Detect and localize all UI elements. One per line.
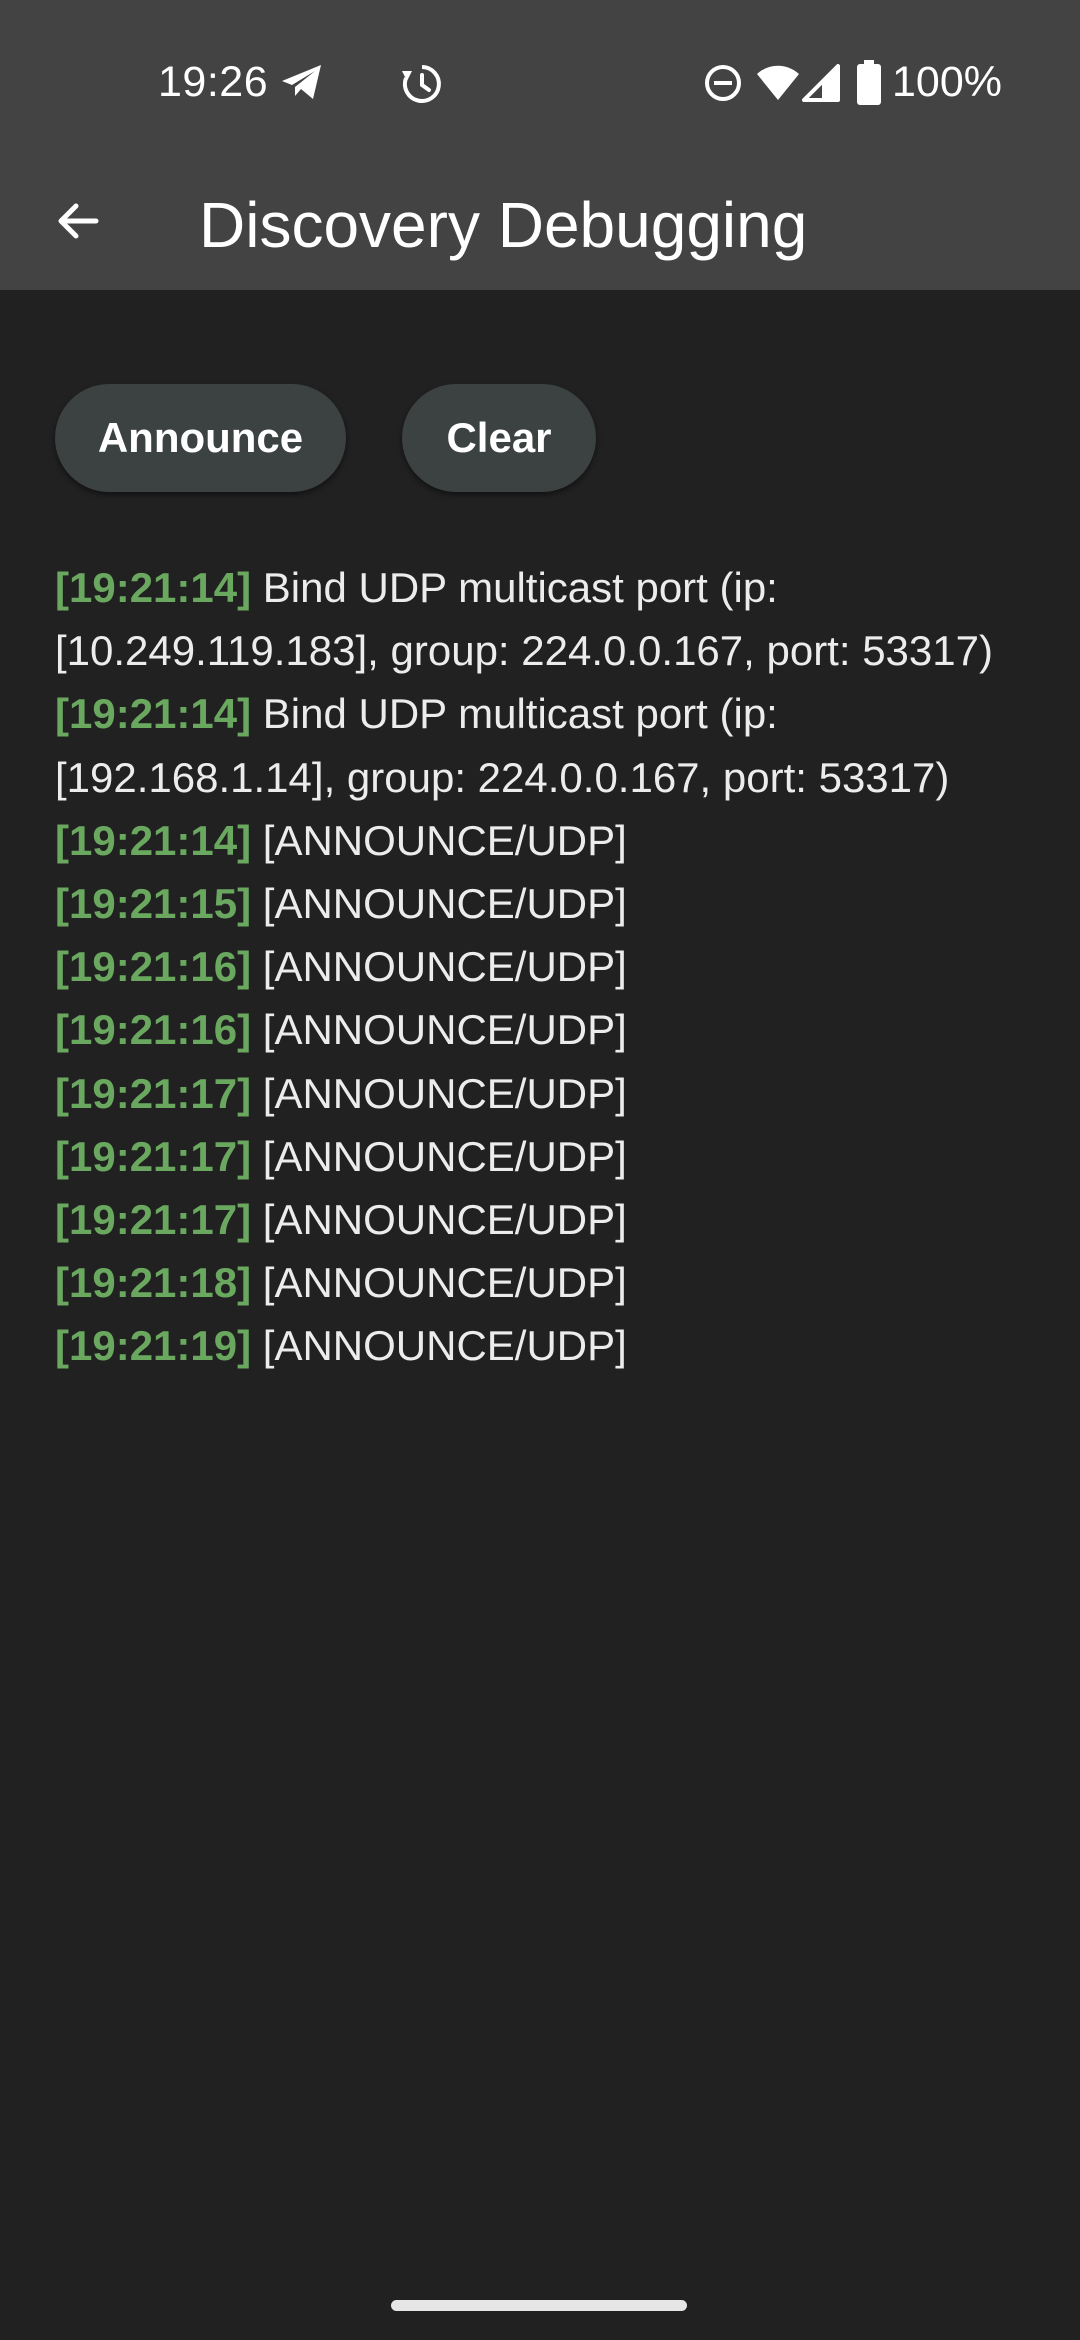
log-message: [ANNOUNCE/UDP] (262, 1196, 627, 1244)
status-time: 19:26 (158, 58, 269, 106)
log-entry: [19:21:19] [ANNOUNCE/UDP] (55, 1314, 1045, 1377)
log-timestamp: [19:21:14] (55, 816, 252, 864)
arrow-back-icon (58, 203, 99, 239)
page-title: Discovery Debugging (199, 189, 808, 261)
log-entry: [19:21:18] [ANNOUNCE/UDP] (55, 1251, 1045, 1314)
back-button[interactable] (40, 183, 116, 259)
log-timestamp: [19:21:19] (55, 1322, 252, 1370)
log-message: [ANNOUNCE/UDP] (262, 1006, 627, 1054)
log-message: [ANNOUNCE/UDP] (262, 1322, 627, 1370)
log-message: [ANNOUNCE/UDP] (262, 880, 627, 928)
log-entry: [19:21:17] [ANNOUNCE/UDP] (55, 1062, 1045, 1125)
log-timestamp: [19:21:15] (55, 880, 252, 928)
telegram-icon (282, 65, 321, 99)
log-timestamp: [19:21:16] (55, 1006, 252, 1054)
cell-signal-icon (802, 64, 840, 102)
log-message: [ANNOUNCE/UDP] (262, 943, 627, 991)
wifi-icon (757, 65, 799, 100)
log-message: [ANNOUNCE/UDP] (262, 1069, 627, 1117)
log-message: [ANNOUNCE/UDP] (262, 816, 627, 864)
do-not-disturb-icon (705, 65, 741, 101)
home-indicator[interactable] (391, 2300, 687, 2311)
log-timestamp: [19:21:14] (55, 690, 252, 738)
app-bar: Discovery Debugging (0, 163, 1080, 290)
debug-log: [19:21:14] Bind UDP multicast port (ip: … (55, 556, 1045, 1378)
log-entry: [19:21:14] Bind UDP multicast port (ip: … (55, 556, 1045, 682)
log-timestamp: [19:21:14] (55, 564, 252, 611)
log-message: [ANNOUNCE/UDP] (262, 1132, 627, 1180)
log-entry: [19:21:17] [ANNOUNCE/UDP] (55, 1125, 1045, 1188)
log-timestamp: [19:21:17] (55, 1132, 252, 1180)
clear-button[interactable]: Clear (402, 384, 596, 492)
screen: 19:26 100% Discovery Debugging Announce … (0, 0, 1080, 2340)
battery-icon (857, 60, 881, 105)
log-entry: [19:21:16] [ANNOUNCE/UDP] (55, 998, 1045, 1061)
log-entry: [19:21:16] [ANNOUNCE/UDP] (55, 935, 1045, 998)
log-timestamp: [19:21:18] (55, 1259, 252, 1307)
log-entry: [19:21:14] [ANNOUNCE/UDP] (55, 809, 1045, 872)
log-timestamp: [19:21:17] (55, 1196, 252, 1244)
log-timestamp: [19:21:16] (55, 943, 252, 991)
clock-sync-icon (402, 65, 441, 103)
battery-percent: 100% (892, 58, 1002, 106)
log-message: [ANNOUNCE/UDP] (262, 1259, 627, 1307)
log-entry: [19:21:17] [ANNOUNCE/UDP] (55, 1188, 1045, 1251)
status-bar: 19:26 100% (0, 0, 1080, 163)
log-entry: [19:21:15] [ANNOUNCE/UDP] (55, 872, 1045, 935)
log-timestamp: [19:21:17] (55, 1069, 252, 1117)
log-entry: [19:21:14] Bind UDP multicast port (ip: … (55, 682, 1045, 808)
announce-button[interactable]: Announce (55, 384, 346, 492)
